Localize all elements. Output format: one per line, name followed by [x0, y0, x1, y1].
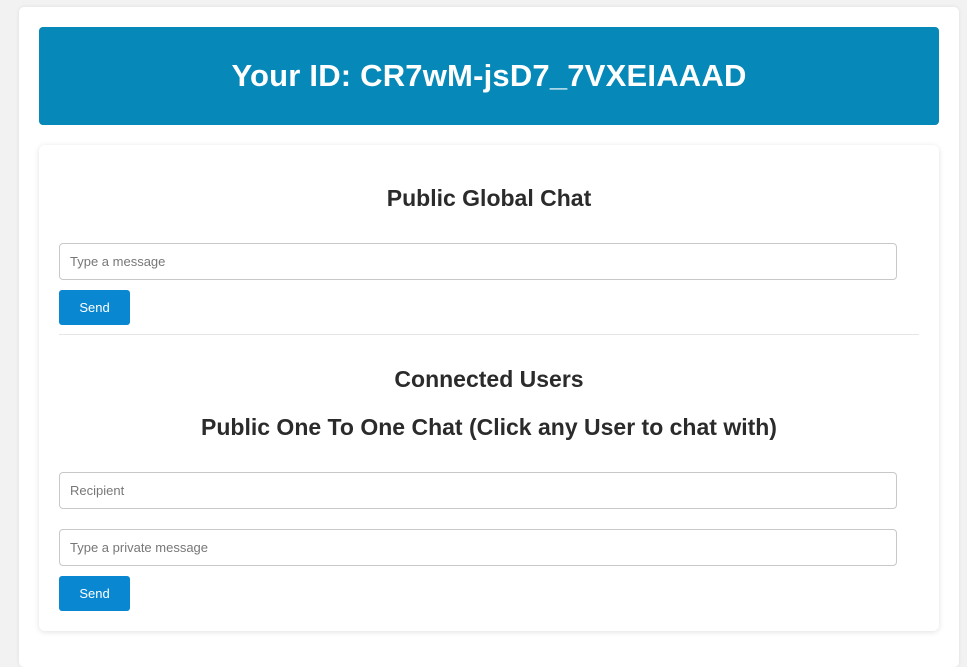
page-container: Your ID: CR7wM-jsD7_7VXEIAAAD Public Glo…: [19, 7, 959, 667]
connected-users-heading: Connected Users: [394, 366, 584, 392]
user-id-title: Your ID: CR7wM-jsD7_7VXEIAAAD: [231, 58, 747, 93]
id-banner: Your ID: CR7wM-jsD7_7VXEIAAAD: [39, 27, 939, 125]
private-send-button[interactable]: Send: [59, 576, 130, 611]
recipient-input[interactable]: [59, 472, 897, 509]
global-chat-heading: Public Global Chat: [386, 185, 592, 211]
private-chat-heading: Public One To One Chat (Click any User t…: [201, 414, 777, 440]
section-divider: [59, 334, 919, 335]
global-message-input[interactable]: [59, 243, 897, 280]
private-message-input[interactable]: [59, 529, 897, 566]
global-send-button[interactable]: Send: [59, 290, 130, 325]
chat-card: Public Global Chat Send Connected Users …: [39, 145, 939, 631]
